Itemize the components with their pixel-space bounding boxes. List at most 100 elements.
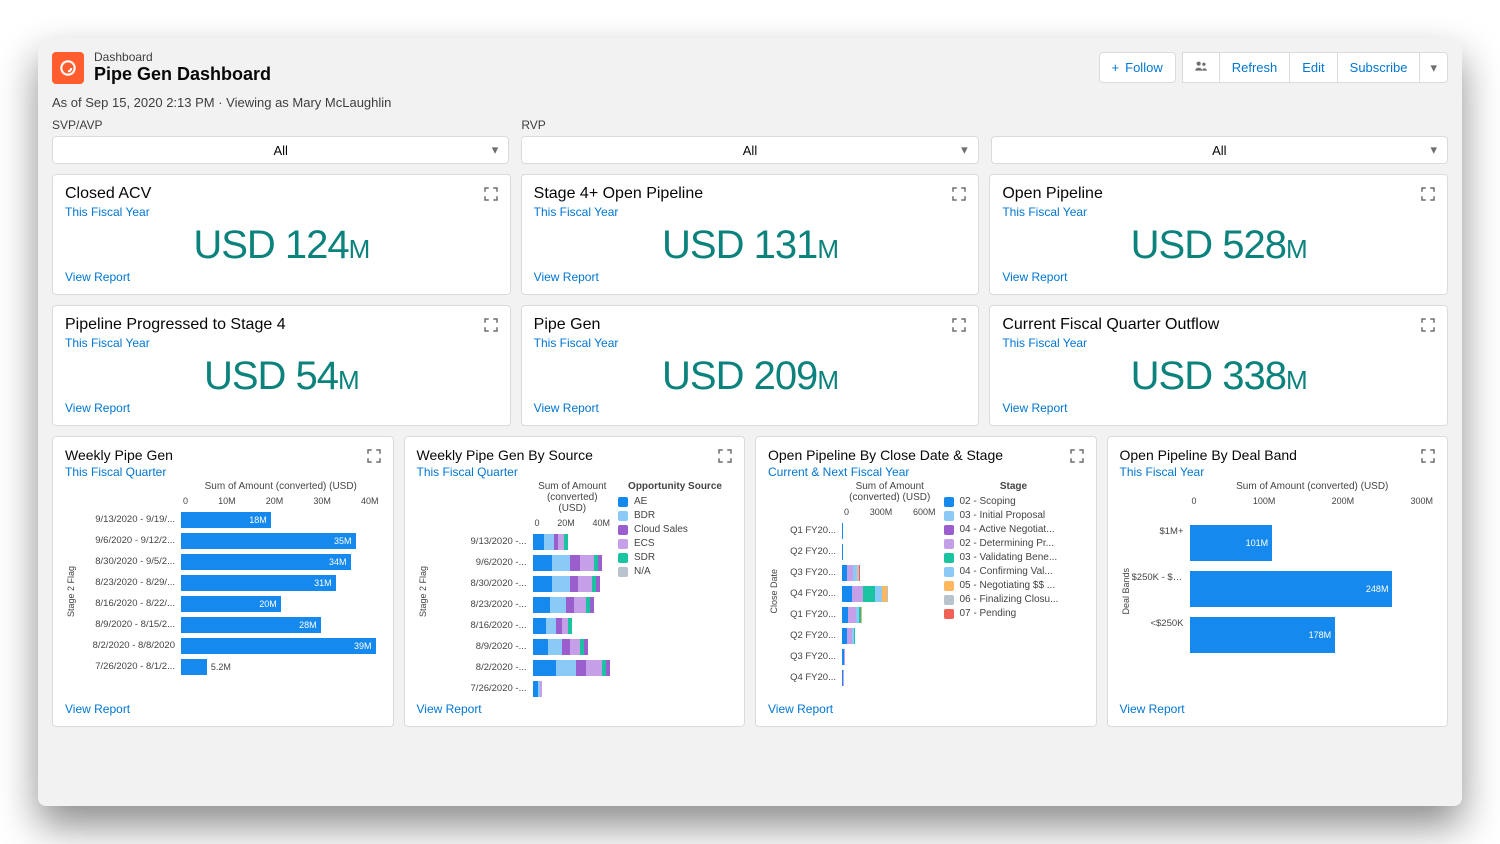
filter-value: All — [273, 143, 287, 158]
tick-label: 200M — [1332, 496, 1355, 506]
more-menu-button[interactable]: ▾ — [1419, 52, 1448, 83]
collaborate-button[interactable] — [1182, 52, 1219, 83]
legend-item: 03 - Initial Proposal — [944, 510, 1084, 521]
filters-row: SVP/AVP All ▾ RVP All ▾ All ▾ — [38, 118, 1462, 174]
bar-category: Q3 FY20... — [780, 567, 842, 578]
view-report-link[interactable]: View Report — [65, 702, 381, 716]
card-subtitle: This Fiscal Year — [1002, 336, 1435, 350]
asof-text: As of Sep 15, 2020 2:13 PM · Viewing as … — [38, 91, 1462, 118]
filter-value: All — [1212, 143, 1226, 158]
bar-segment — [574, 597, 586, 613]
legend-swatch — [618, 567, 628, 577]
metric-card-3: Pipeline Progressed to Stage 4 This Fisc… — [52, 305, 511, 426]
bar-category: 8/2/2020 -... — [429, 662, 533, 673]
chevron-down-icon: ▾ — [961, 142, 968, 158]
bar-fill: 101M — [1190, 525, 1273, 561]
expand-button[interactable] — [1068, 447, 1086, 465]
subscribe-button[interactable]: Subscribe — [1337, 52, 1420, 83]
x-axis-title: Sum of Amount (converted) (USD) — [533, 481, 613, 514]
follow-button[interactable]: + Follow — [1099, 52, 1176, 83]
edit-button[interactable]: Edit — [1289, 52, 1336, 83]
bar-fill: 31M — [181, 575, 336, 591]
refresh-button[interactable]: Refresh — [1219, 52, 1290, 83]
filter-label: RVP — [521, 118, 978, 132]
bar-segments — [533, 681, 613, 697]
view-report-link[interactable]: View Report — [1002, 270, 1435, 284]
axis-ticks: 0300M600M — [842, 507, 938, 519]
legend-label: 07 - Pending — [960, 608, 1017, 619]
legend-swatch — [944, 553, 954, 563]
bar-track — [533, 617, 613, 635]
expand-button[interactable] — [365, 447, 383, 465]
expand-button[interactable] — [1419, 316, 1437, 334]
bar-category: 9/6/2020 -... — [429, 557, 533, 568]
expand-button[interactable] — [482, 316, 500, 334]
legend-item: 06 - Finalizing Closu... — [944, 594, 1084, 605]
bar-category: Q4 FY20... — [780, 588, 842, 599]
tick-label: 30M — [313, 496, 331, 506]
chart-card-1: Weekly Pipe Gen By Source This Fiscal Qu… — [404, 436, 746, 727]
bar-track — [533, 596, 613, 614]
expand-button[interactable] — [716, 447, 734, 465]
bar-segments — [533, 597, 613, 613]
view-report-link[interactable]: View Report — [768, 702, 1084, 716]
view-report-link[interactable]: View Report — [1120, 702, 1436, 716]
bars-container: 9/13/2020 - 9/19/... 18M 9/6/2020 - 9/12… — [77, 508, 381, 702]
chart-inner: Sum of Amount (converted) (USD) 0100M200… — [1132, 481, 1436, 702]
bar-track — [533, 680, 613, 698]
legend-label: SDR — [634, 552, 655, 563]
view-report-link[interactable]: View Report — [65, 270, 498, 284]
card-title: Weekly Pipe Gen By Source — [417, 447, 733, 463]
bar-segment — [586, 660, 602, 676]
expand-button[interactable] — [482, 185, 500, 203]
bar-track: 39M — [181, 637, 381, 655]
legend-label: N/A — [634, 566, 651, 577]
legend-swatch — [944, 567, 954, 577]
bar-value-label: 18M — [249, 515, 267, 525]
legend-item: 04 - Confirming Val... — [944, 566, 1084, 577]
legend-item: SDR — [618, 552, 732, 563]
bar-row: 8/16/2020 -... — [429, 616, 613, 635]
view-report-link[interactable]: View Report — [534, 270, 967, 284]
card-subtitle: This Fiscal Year — [65, 336, 498, 350]
bar-value-label: 248M — [1366, 584, 1389, 594]
bar-track: 178M — [1190, 614, 1436, 632]
bar-segments — [533, 555, 613, 571]
chart-inner: Sum of Amount (converted) (USD) 020M40M … — [429, 481, 613, 702]
legend-item: ECS — [618, 538, 732, 549]
expand-button[interactable] — [950, 316, 968, 334]
bar-category: 8/16/2020 - 8/22/... — [77, 598, 181, 609]
bar-segment — [861, 607, 862, 623]
legend-label: 04 - Confirming Val... — [960, 566, 1053, 577]
card-subtitle: This Fiscal Year — [65, 205, 498, 219]
card-title: Open Pipeline By Deal Band — [1120, 447, 1436, 463]
bar-row: $1M+ 101M — [1132, 510, 1436, 552]
view-report-link[interactable]: View Report — [1002, 401, 1435, 415]
page-title: Pipe Gen Dashboard — [94, 64, 1089, 85]
expand-button[interactable] — [1419, 447, 1437, 465]
bar-segments — [533, 534, 613, 550]
bar-segments — [842, 670, 938, 686]
bar-row: 8/16/2020 - 8/22/... 20M — [77, 594, 381, 613]
y-axis-title: Deal Bands — [1120, 568, 1132, 615]
filter-select-0[interactable]: All ▾ — [52, 136, 509, 164]
bar-row: 9/6/2020 - 9/12/2... 35M — [77, 531, 381, 550]
chevron-down-icon: ▾ — [1430, 60, 1437, 76]
view-report-link[interactable]: View Report — [417, 702, 733, 716]
bar-segments — [842, 607, 938, 623]
bar-row: 8/9/2020 -... — [429, 637, 613, 656]
bar-segment — [570, 639, 580, 655]
bar-track — [842, 627, 938, 645]
legend-item: BDR — [618, 510, 732, 521]
chart-area: Stage 2 Flag Sum of Amount (converted) (… — [417, 481, 733, 702]
bar-segment — [562, 639, 570, 655]
bar-category: 8/9/2020 -... — [429, 641, 533, 652]
filter-select-1[interactable]: All ▾ — [521, 136, 978, 164]
view-report-link[interactable]: View Report — [534, 401, 967, 415]
filter-select-2[interactable]: All ▾ — [991, 136, 1448, 164]
view-report-link[interactable]: View Report — [65, 401, 498, 415]
expand-button[interactable] — [950, 185, 968, 203]
legend-swatch — [944, 595, 954, 605]
expand-button[interactable] — [1419, 185, 1437, 203]
legend-item: AE — [618, 496, 732, 507]
